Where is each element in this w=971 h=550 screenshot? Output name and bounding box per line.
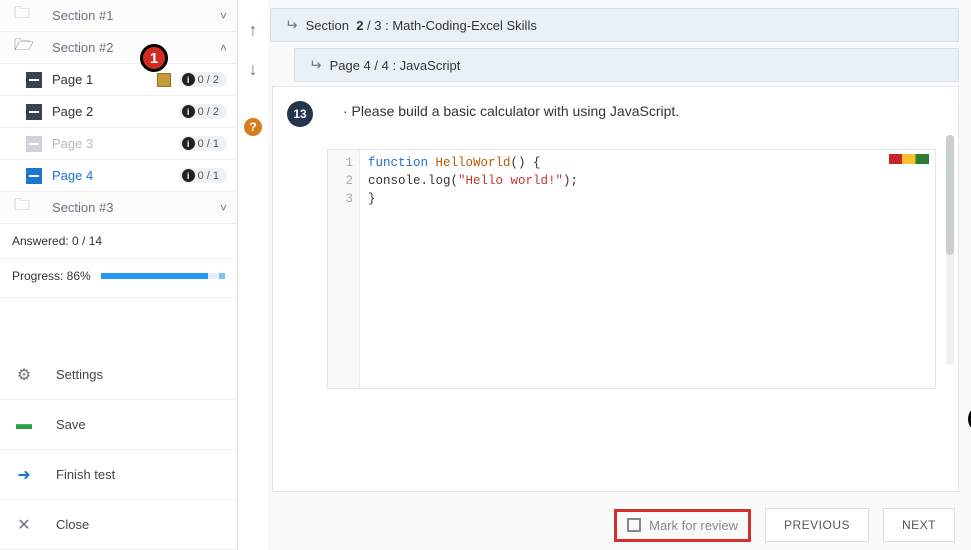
answer-counter: i0 / 2 <box>179 104 227 119</box>
help-button[interactable]: ? <box>244 118 262 136</box>
previous-button[interactable]: PREVIOUS <box>765 508 869 542</box>
scroll-up-button[interactable]: ↑ <box>249 20 258 41</box>
page-label: Page 2 <box>52 104 179 119</box>
info-icon: i <box>182 137 195 150</box>
code-editor[interactable]: 123 function HelloWorld() { console.log(… <box>327 149 936 389</box>
action-bar: Mark for review PREVIOUS NEXT <box>270 492 959 542</box>
answered-summary: Answered: 0 / 14 <box>0 224 237 259</box>
info-icon: i <box>182 169 195 182</box>
breadcrumb-section: ↵ Section 2 / 3 : Math-Coding-Excel Skil… <box>270 8 959 42</box>
folder-icon: 🗀 <box>14 194 34 221</box>
flag-icon <box>889 154 929 164</box>
answer-counter: i0 / 1 <box>179 136 227 151</box>
exit-icon: ➜ <box>14 465 34 485</box>
section-2[interactable]: 🗁 Section #2 ˄ <box>0 32 237 64</box>
question-text: · Please build a basic calculator with u… <box>343 101 940 119</box>
page-row-2[interactable]: Page 2 i0 / 2 <box>0 96 237 128</box>
gear-icon: ⚙ <box>14 365 34 385</box>
info-icon: i <box>182 105 195 118</box>
scroll-down-button[interactable]: ↓ <box>249 59 258 80</box>
finish-test-button[interactable]: ➜ Finish test <box>0 450 237 500</box>
chevron-down-icon: ˅ <box>220 9 227 23</box>
progress-row: Progress: 86% <box>0 259 237 298</box>
folder-open-icon: 🗁 <box>14 34 34 61</box>
answer-counter: i0 / 2 <box>179 72 227 87</box>
code-text[interactable]: function HelloWorld() { console.log("Hel… <box>360 150 586 388</box>
sidebar: 🗀 Section #1 ˅ 🗁 Section #2 ˄ Page 1 i0 … <box>0 0 238 550</box>
return-icon: ↵ <box>309 56 322 74</box>
page-label: Page 3 <box>52 136 179 151</box>
close-button[interactable]: ✕ Close <box>0 500 237 550</box>
page-icon <box>26 72 42 88</box>
page-icon <box>26 104 42 120</box>
next-button[interactable]: NEXT <box>883 508 955 542</box>
info-icon: i <box>182 73 195 86</box>
save-button[interactable]: ▬ Save <box>0 400 237 450</box>
page-icon <box>26 136 42 152</box>
breadcrumb-page: ↵ Page 4 / 4 : JavaScript <box>294 48 959 82</box>
page-row-4[interactable]: Page 4 i0 / 1 <box>0 160 237 192</box>
progress-label: Progress: 86% <box>12 269 91 283</box>
return-icon: ↵ <box>285 16 298 34</box>
section-3[interactable]: 🗀 Section #3 ˅ <box>0 192 237 224</box>
section-label: Section #1 <box>52 8 220 23</box>
section-1[interactable]: 🗀 Section #1 ˅ <box>0 0 237 32</box>
nav-arrows: ↑ ↓ ? <box>238 0 268 550</box>
question-number-badge: 13 <box>287 101 313 127</box>
main-panel: ↵ Section 2 / 3 : Math-Coding-Excel Skil… <box>268 0 971 550</box>
chevron-down-icon: ˅ <box>220 201 227 215</box>
page-icon <box>26 168 42 184</box>
page-row-3[interactable]: Page 3 i0 / 1 <box>0 128 237 160</box>
mark-for-review-checkbox[interactable]: Mark for review <box>614 509 751 542</box>
answer-counter: i0 / 1 <box>179 168 227 183</box>
save-icon: ▬ <box>14 416 34 434</box>
review-marker-icon <box>157 73 171 87</box>
settings-button[interactable]: ⚙ Settings <box>0 350 237 400</box>
question-content: 13 · Please build a basic calculator wit… <box>272 86 959 492</box>
checkbox-icon[interactable] <box>627 518 641 532</box>
section-label: Section #2 <box>52 40 220 55</box>
line-gutter: 123 <box>328 150 360 388</box>
progress-bar <box>101 273 225 279</box>
page-label: Page 1 <box>52 72 157 87</box>
chevron-up-icon: ˄ <box>220 41 227 55</box>
annotation-1: 1 <box>140 44 168 72</box>
folder-icon: 🗀 <box>14 2 34 29</box>
page-row-1[interactable]: Page 1 i0 / 2 <box>0 64 237 96</box>
scrollbar[interactable] <box>946 135 954 365</box>
page-label: Page 4 <box>52 168 179 183</box>
close-icon: ✕ <box>14 515 34 535</box>
section-label: Section #3 <box>52 200 220 215</box>
